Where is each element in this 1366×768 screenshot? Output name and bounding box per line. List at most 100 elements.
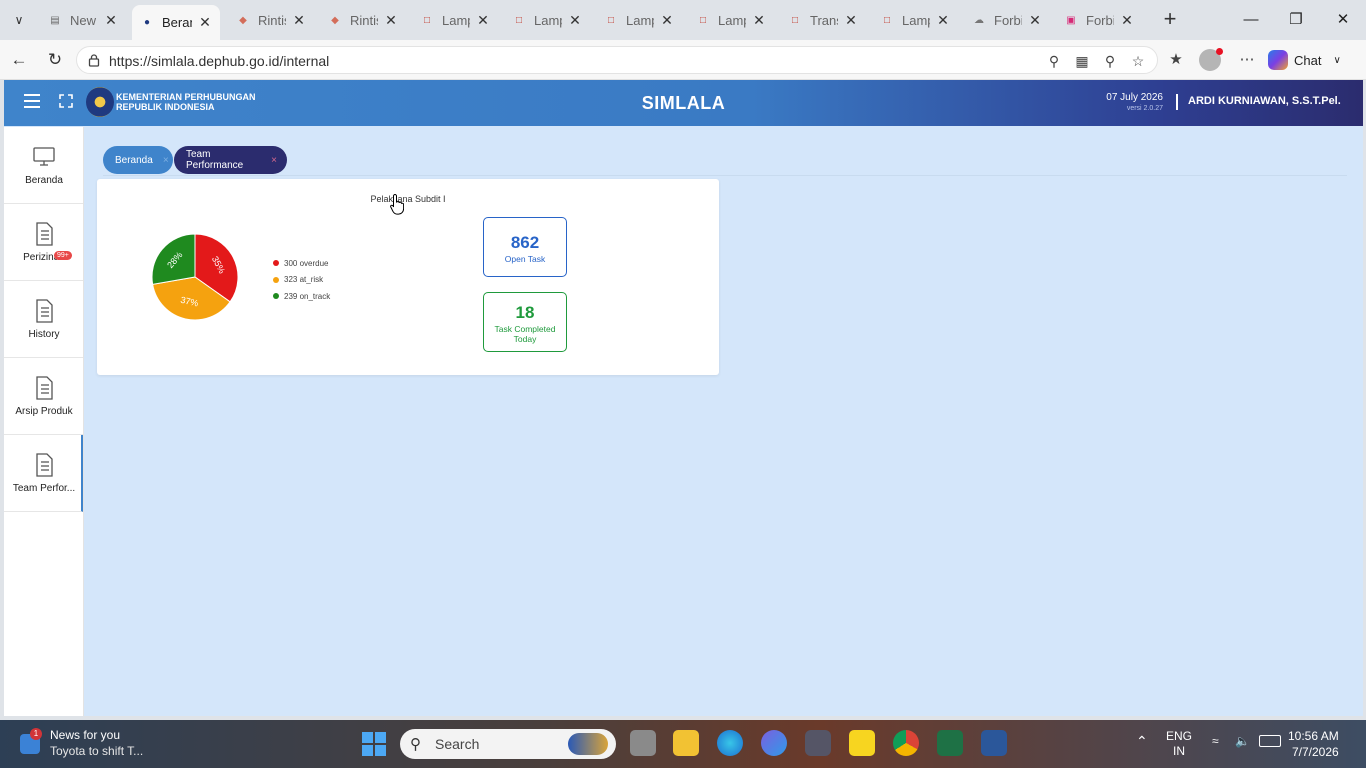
site-info-icon[interactable] (87, 53, 101, 67)
more-options-icon[interactable]: ⋯ (1235, 49, 1259, 71)
sidebar-item-beranda[interactable]: Beranda (4, 127, 83, 204)
file-explorer-icon[interactable] (673, 730, 699, 756)
battery-icon[interactable] (1259, 735, 1281, 747)
document-icon (36, 299, 53, 323)
clock-date: 7/7/2026 (1291, 745, 1339, 759)
browser-tab[interactable]: ◆ Rintisan ✕ (228, 5, 314, 36)
browser-tab[interactable]: ▤ New tab ✕ (40, 5, 126, 36)
favorite-star-icon[interactable]: ☆ (1127, 51, 1149, 71)
app-header: KEMENTERIAN PERHUBUNGAN REPUBLIK INDONES… (4, 80, 1363, 126)
refresh-button[interactable]: ↻ (42, 48, 68, 72)
header-date: 07 July 2026 (1106, 92, 1163, 103)
apps-icon[interactable]: ▦ (1071, 51, 1093, 71)
close-icon[interactable]: × (271, 155, 277, 166)
legend-label: 239 on_track (284, 291, 331, 301)
search-icon: ⚲ (410, 736, 421, 753)
volume-icon[interactable]: 🔈 (1235, 734, 1250, 748)
search-label: Search (435, 736, 480, 752)
camera-app-icon[interactable] (805, 730, 831, 756)
tab-title: Forbis (1086, 13, 1114, 28)
completed-today-card[interactable]: 18 Task Completed Today (483, 292, 567, 352)
close-tab-icon[interactable]: ✕ (1028, 12, 1042, 29)
file-manager-app-icon[interactable] (630, 730, 656, 756)
new-tab-button[interactable]: + (1158, 8, 1182, 32)
back-button[interactable]: ← (6, 48, 32, 72)
browser-tab[interactable]: □ Lampiran ✕ (596, 5, 682, 36)
team-performance-card: Pelaksana Subdit I 35% 37% 28% 300 overdue… (97, 179, 719, 375)
show-hidden-icons-icon[interactable]: ⌃ (1136, 733, 1148, 750)
zoom-icon[interactable]: ⚲ (1099, 51, 1121, 71)
favorites-icon[interactable]: ★ (1164, 49, 1188, 71)
browser-tab[interactable]: □ Lampiran ✕ (504, 5, 590, 36)
instagram-icon: ▣ (1066, 15, 1076, 26)
sidebar-item-label: History (28, 329, 60, 340)
wifi-icon[interactable]: ≈ (1212, 734, 1219, 748)
input-language[interactable]: ENG IN (1166, 729, 1192, 759)
copilot-chat-button[interactable]: Chat ∨ (1268, 49, 1341, 71)
open-task-label: Open Task (504, 254, 546, 264)
tab-title: Lampiran (442, 13, 470, 28)
status-pie-chart: 35%37%28% (151, 233, 239, 321)
user-name[interactable]: ARDI KURNIAWAN, S.S.T.Pel. (1188, 95, 1341, 107)
system-clock[interactable]: 10:56 AM 7/7/2026 (1288, 728, 1339, 760)
legend-label: 300 overdue (284, 258, 329, 268)
browser-tab[interactable]: □ Lampiran ✕ (872, 5, 958, 36)
browser-tab[interactable]: ● Beranda ✕ (132, 5, 220, 40)
search-highlight-icon (568, 733, 608, 755)
app-version: versi 2.0.27 (1126, 105, 1163, 112)
minimize-button[interactable]: — (1236, 8, 1266, 32)
edge-icon[interactable] (717, 730, 743, 756)
excel-icon[interactable] (937, 730, 963, 756)
close-tab-icon[interactable]: ✕ (568, 12, 582, 29)
start-button[interactable] (362, 732, 386, 756)
browser-tab-strip: ∨ ▤ New tab ✕ ● Beranda ✕ ◆ Rintisan ✕ ◆ Rintisan ✕… (0, 0, 1366, 40)
pdf-icon: □ (515, 15, 523, 26)
close-tab-icon[interactable]: ✕ (384, 12, 398, 29)
chrome-icon[interactable] (893, 730, 919, 756)
clock-time: 10:56 AM (1288, 729, 1339, 743)
pdf-icon: □ (883, 15, 891, 26)
word-icon[interactable] (981, 730, 1007, 756)
news-headline: Toyota to shift T... (50, 744, 144, 758)
address-bar[interactable]: https://simlala.dephub.go.id/internal ⚲ … (76, 46, 1158, 74)
sidebar-item-perizinan[interactable]: Perizinan 99+ (4, 204, 83, 281)
browser-tab[interactable]: □ Transkrip ✕ (780, 5, 866, 36)
sticky-notes-icon[interactable] (849, 730, 875, 756)
rintisan-favicon: ◆ (331, 15, 339, 26)
breadcrumb-beranda[interactable]: Beranda × (103, 146, 173, 174)
close-tab-icon[interactable]: ✕ (660, 12, 674, 29)
news-badge: 1 (30, 728, 42, 740)
close-tab-icon[interactable]: ✕ (844, 12, 858, 29)
browser-tab[interactable]: □ Lampiran ✕ (688, 5, 774, 36)
close-tab-icon[interactable]: ✕ (936, 12, 950, 29)
key-icon[interactable]: ⚲ (1043, 51, 1065, 71)
copilot-app-icon[interactable] (761, 730, 787, 756)
sidebar-item-arsip-produk[interactable]: Arsip Produk (4, 358, 83, 435)
close-tab-icon[interactable]: ✕ (752, 12, 766, 29)
sidebar-item-team-perfor[interactable]: Team Perfor... (4, 435, 83, 512)
browser-tab[interactable]: ☁ Forbis ✕ (964, 5, 1050, 36)
browser-tab[interactable]: □ Lampiran ✕ (412, 5, 498, 36)
close-tab-icon[interactable]: ✕ (198, 14, 212, 31)
document-icon (36, 376, 53, 400)
close-icon[interactable]: × (163, 155, 169, 166)
profile-notification-dot (1216, 48, 1223, 55)
close-tab-icon[interactable]: ✕ (476, 12, 490, 29)
url-text: https://simlala.dephub.go.id/internal (109, 53, 330, 69)
browser-tab[interactable]: ▣ Forbis ✕ (1056, 5, 1142, 36)
tab-actions-icon[interactable]: ∨ (6, 8, 32, 32)
close-tab-icon[interactable]: ✕ (292, 12, 306, 29)
header-divider (1176, 94, 1178, 110)
browser-tab[interactable]: ◆ Rintisan ✕ (320, 5, 406, 36)
sidebar-item-history[interactable]: History (4, 281, 83, 358)
language-code: ENG (1166, 729, 1193, 743)
close-tab-icon[interactable]: ✕ (1120, 12, 1134, 29)
chart-legend: 300 overdue 323 at_risk 239 on_track (273, 255, 330, 305)
windows-taskbar: 1 News for you Toyota to shift T... ⚲ Se… (0, 720, 1366, 768)
close-tab-icon[interactable]: ✕ (104, 12, 118, 29)
breadcrumb-team-performance[interactable]: Team Performance × (174, 146, 287, 174)
taskbar-search[interactable]: ⚲ Search (400, 729, 616, 759)
restore-button[interactable]: ❐ (1281, 8, 1311, 32)
close-window-button[interactable]: ✕ (1328, 8, 1358, 32)
open-task-card[interactable]: 862 Open Task (483, 217, 567, 277)
